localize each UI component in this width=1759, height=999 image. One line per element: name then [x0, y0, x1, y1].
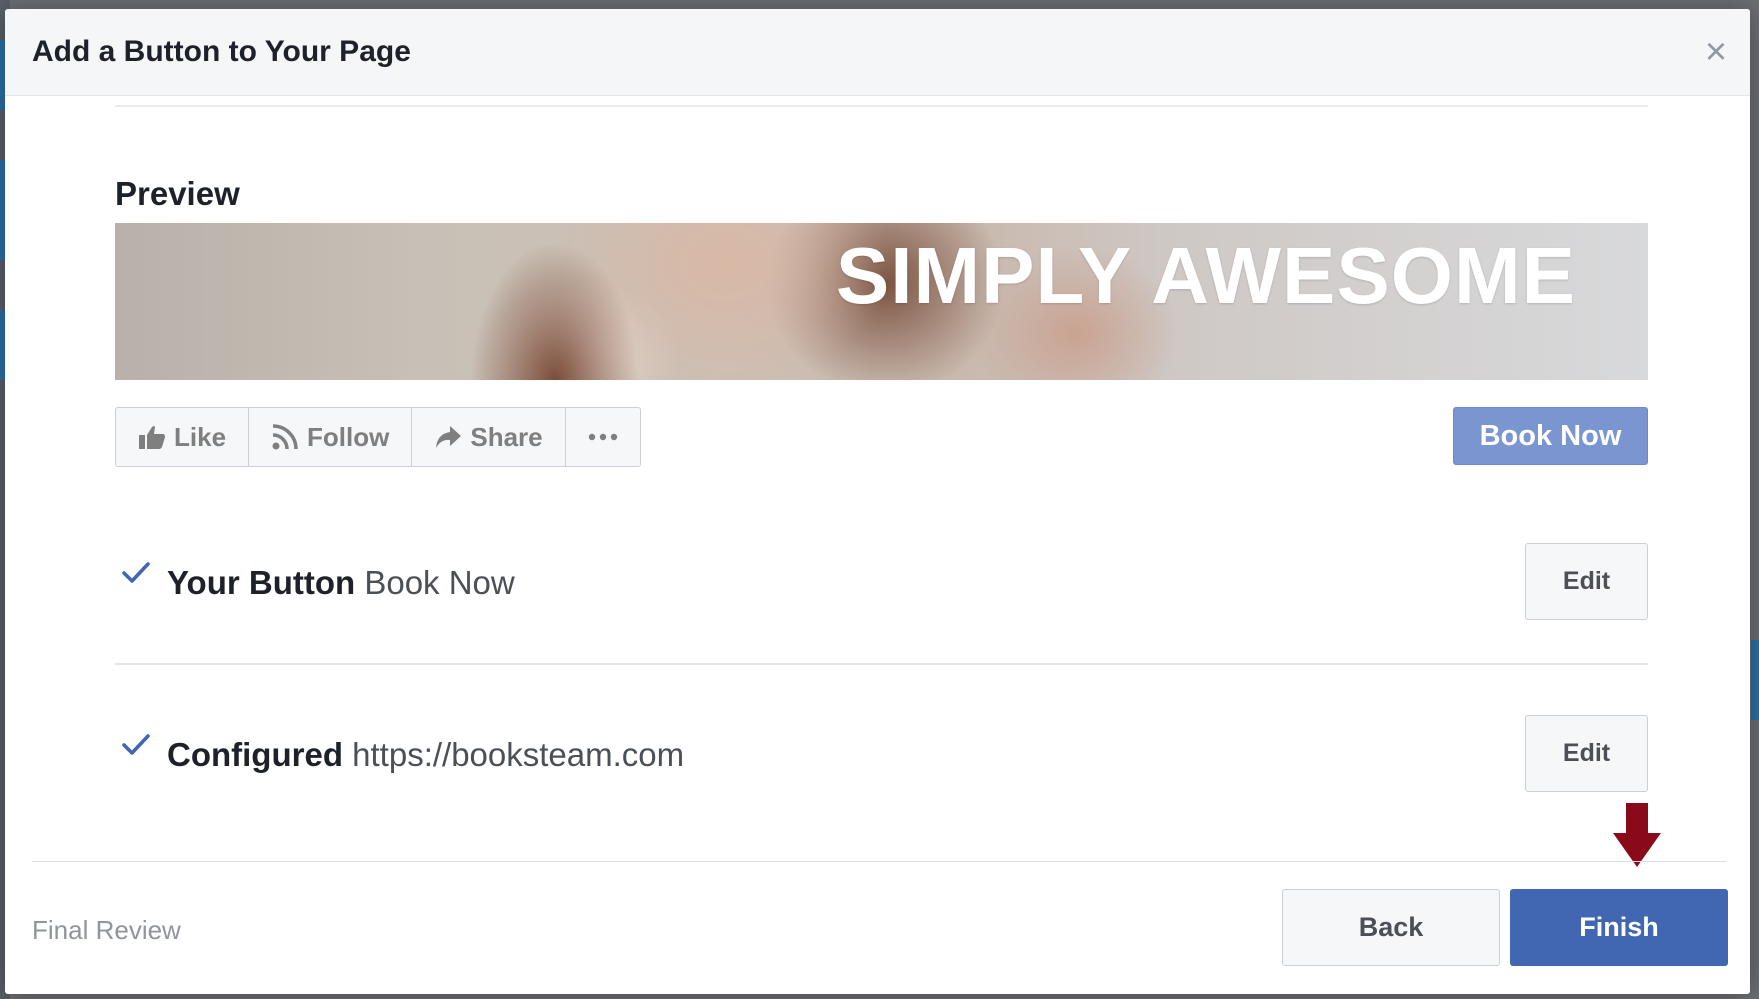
checkmark-icon [121, 561, 151, 590]
like-button[interactable]: Like [116, 408, 250, 466]
finish-button[interactable]: Finish [1510, 889, 1728, 966]
step-value: Book Now [364, 564, 515, 601]
follow-label: Follow [307, 421, 390, 452]
step-value: https://booksteam.com [352, 736, 685, 773]
rss-icon [271, 423, 299, 451]
divider [32, 861, 1727, 862]
step-indicator: Final Review [32, 915, 181, 945]
divider [115, 663, 1648, 665]
annotation-arrow-icon [1613, 803, 1661, 874]
like-label: Like [174, 421, 227, 452]
follow-button[interactable]: Follow [249, 408, 413, 466]
cover-photo: SIMPLY AWESOME [115, 223, 1648, 380]
step-row-your-button: Your Button Book Now Edit [115, 543, 1648, 623]
back-button[interactable]: Back [1282, 889, 1500, 966]
close-icon: × [1704, 31, 1728, 73]
divider [115, 105, 1648, 107]
preview-heading: Preview [115, 175, 240, 212]
checkmark-icon [121, 733, 151, 762]
step-label: Your Button [167, 564, 356, 601]
edit-button[interactable]: Edit [1525, 715, 1648, 792]
step-row-configured: Configured https://booksteam.com Edit [115, 715, 1648, 795]
thumbs-up-icon [138, 424, 166, 450]
share-arrow-icon [434, 424, 462, 450]
cover-text: SIMPLY AWESOME [835, 231, 1576, 320]
share-label: Share [470, 421, 543, 452]
dialog-title: Add a Button to Your Page [32, 35, 411, 68]
book-now-preview-button[interactable]: Book Now [1453, 407, 1648, 465]
background-accent [1751, 640, 1759, 720]
share-button[interactable]: Share [412, 408, 566, 466]
step-label: Configured [167, 736, 343, 773]
dialog-header: Add a Button to Your Page × [5, 9, 1750, 96]
page-action-bar: Like Follow Share [115, 407, 641, 467]
more-button[interactable] [566, 408, 640, 466]
more-dots-icon [588, 433, 618, 441]
edit-button[interactable]: Edit [1525, 543, 1648, 620]
add-button-dialog: Add a Button to Your Page × Preview SIMP… [5, 9, 1750, 994]
close-button[interactable]: × [1698, 33, 1734, 71]
